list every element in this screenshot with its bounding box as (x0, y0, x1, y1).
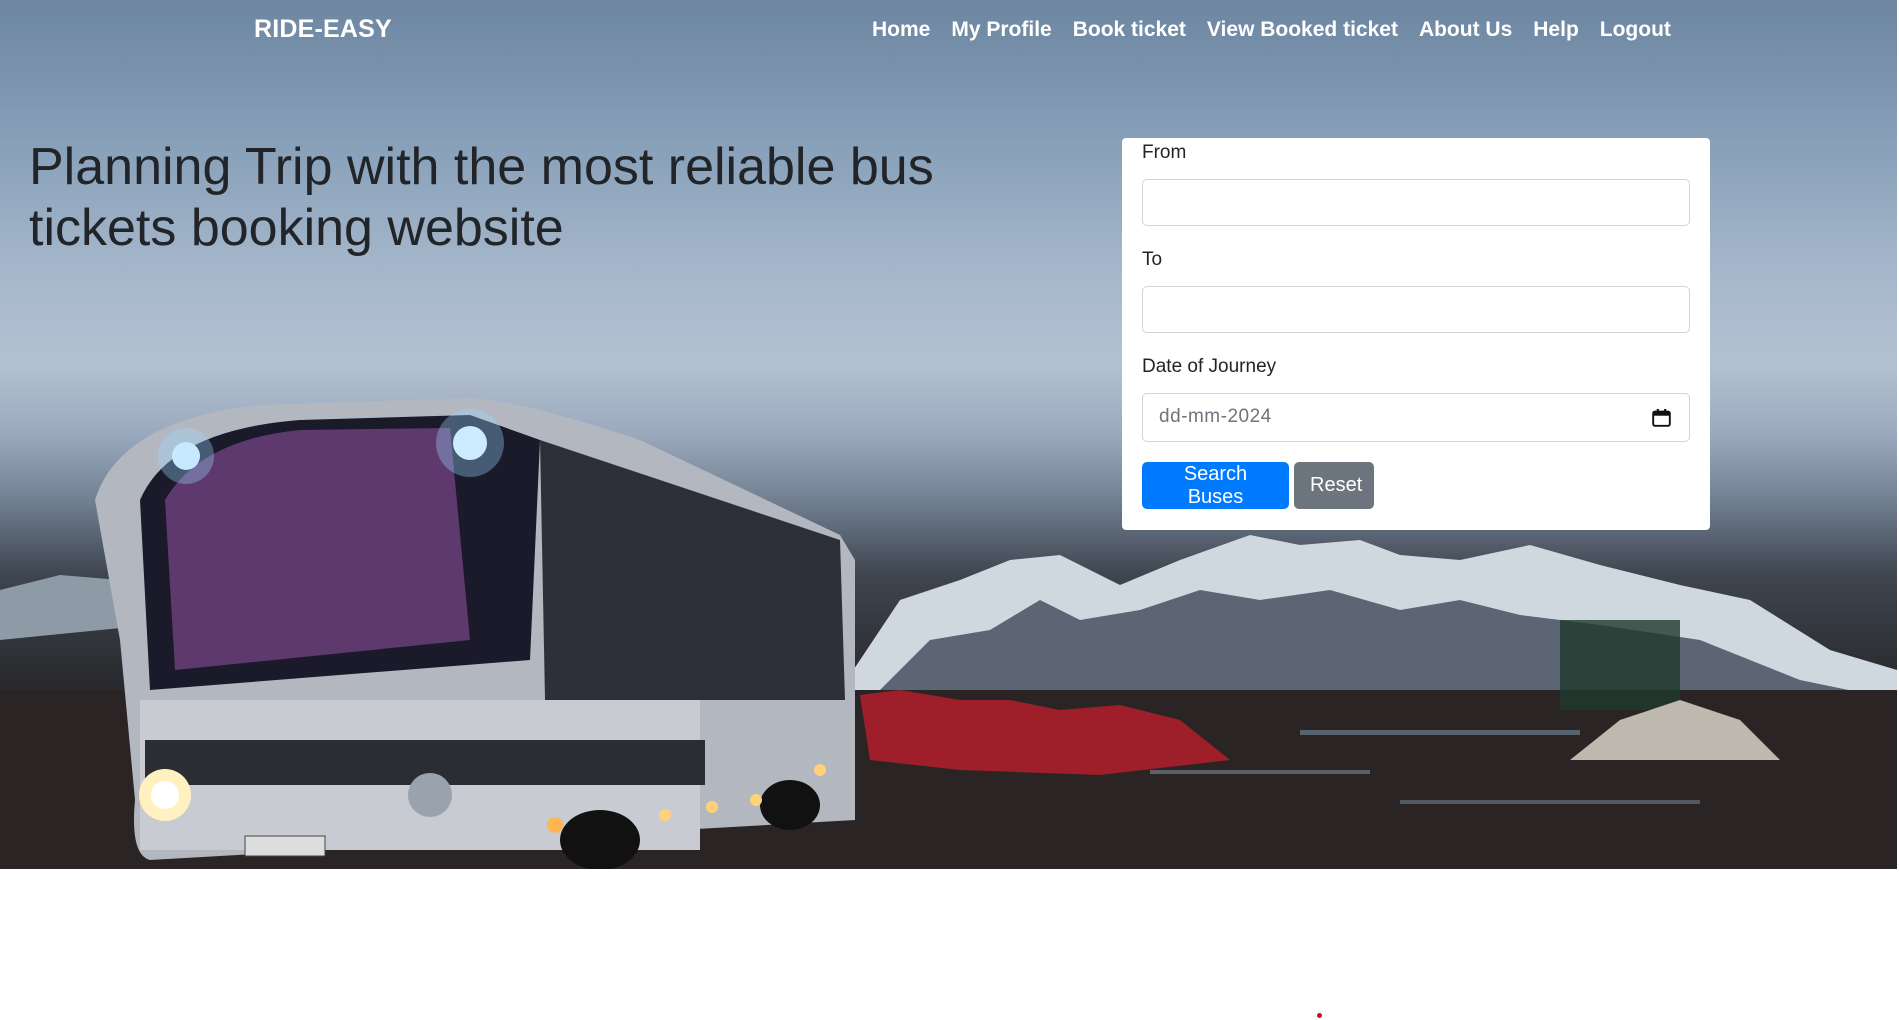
to-label: To (1142, 249, 1163, 270)
date-label: Date of Journey (1142, 356, 1277, 377)
date-placeholder: dd-mm-2024 (1159, 406, 1272, 427)
search-buses-button[interactable]: Search Buses (1142, 462, 1289, 509)
from-input[interactable] (1142, 179, 1690, 226)
nav-item-about-us[interactable]: About Us (1419, 18, 1512, 42)
nav-item-home[interactable]: Home (872, 18, 930, 42)
from-label: From (1142, 142, 1187, 163)
bus-search-form: From To Date of Journey dd-mm-2024 Searc… (1122, 138, 1710, 530)
stray-dot (1317, 1013, 1322, 1018)
hero-banner: RIDE-EASY Home My Profile Book ticket Vi… (0, 0, 1897, 869)
nav-item-book-ticket[interactable]: Book ticket (1073, 18, 1186, 42)
nav-menu: Home My Profile Book ticket View Booked … (872, 18, 1692, 42)
to-input[interactable] (1142, 286, 1690, 333)
top-navbar: RIDE-EASY Home My Profile Book ticket Vi… (0, 0, 1897, 62)
nav-item-view-booked-ticket[interactable]: View Booked ticket (1207, 18, 1398, 42)
nav-item-help[interactable]: Help (1533, 18, 1579, 42)
brand-logo[interactable]: RIDE-EASY (254, 15, 392, 44)
calendar-icon[interactable] (1652, 408, 1671, 427)
hero-headline: Planning Trip with the most reliable bus… (29, 138, 934, 257)
nav-item-logout[interactable]: Logout (1600, 18, 1671, 42)
date-of-journey-input[interactable]: dd-mm-2024 (1142, 393, 1690, 442)
reset-button[interactable]: Reset (1294, 462, 1374, 509)
nav-item-my-profile[interactable]: My Profile (951, 18, 1051, 42)
